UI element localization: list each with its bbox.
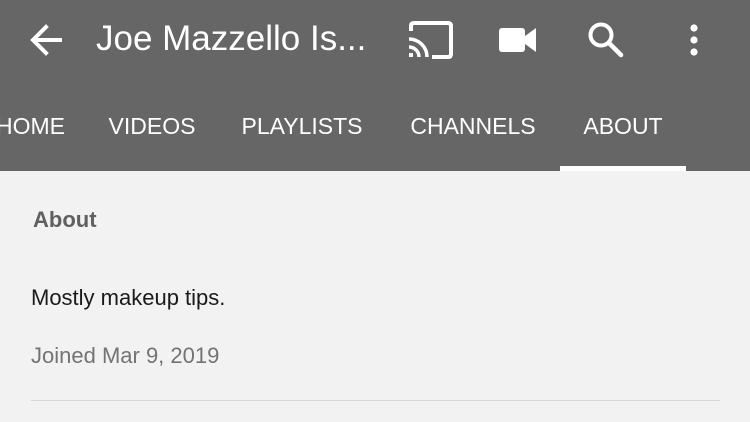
joined-date: Joined Mar 9, 2019: [31, 343, 220, 368]
channel-description: Mostly makeup tips.: [31, 285, 226, 310]
about-section: About Mostly makeup tips. Joined Mar 9, …: [0, 171, 750, 422]
tab-playlists[interactable]: PLAYLISTS: [232, 80, 372, 171]
divider: [31, 400, 720, 401]
cast-button[interactable]: [406, 18, 454, 62]
about-heading: About: [33, 207, 97, 232]
cast-icon: [408, 21, 453, 59]
channel-tabs: HOME VIDEOS PLAYLISTS CHANNELS ABOUT: [0, 80, 750, 171]
search-button[interactable]: [581, 18, 629, 62]
more-vert-icon: [690, 24, 698, 56]
tab-home[interactable]: HOME: [0, 80, 65, 171]
channel-title: Joe Mazzello Is...: [96, 19, 367, 58]
search-icon: [588, 22, 624, 58]
tab-channels[interactable]: CHANNELS: [400, 80, 546, 171]
app-bar: Joe Mazzello Is...: [0, 0, 750, 80]
more-options-button[interactable]: [670, 18, 718, 62]
video-camera-button[interactable]: [494, 18, 542, 62]
videocam-icon: [499, 28, 536, 52]
tab-about[interactable]: ABOUT: [560, 80, 686, 171]
arrow-back-icon: [30, 24, 62, 56]
channel-about-screen: Joe Mazzello Is... HOME VIDEOS PLAYLISTS…: [0, 0, 750, 422]
tab-videos[interactable]: VIDEOS: [100, 80, 204, 171]
back-button[interactable]: [26, 20, 66, 60]
